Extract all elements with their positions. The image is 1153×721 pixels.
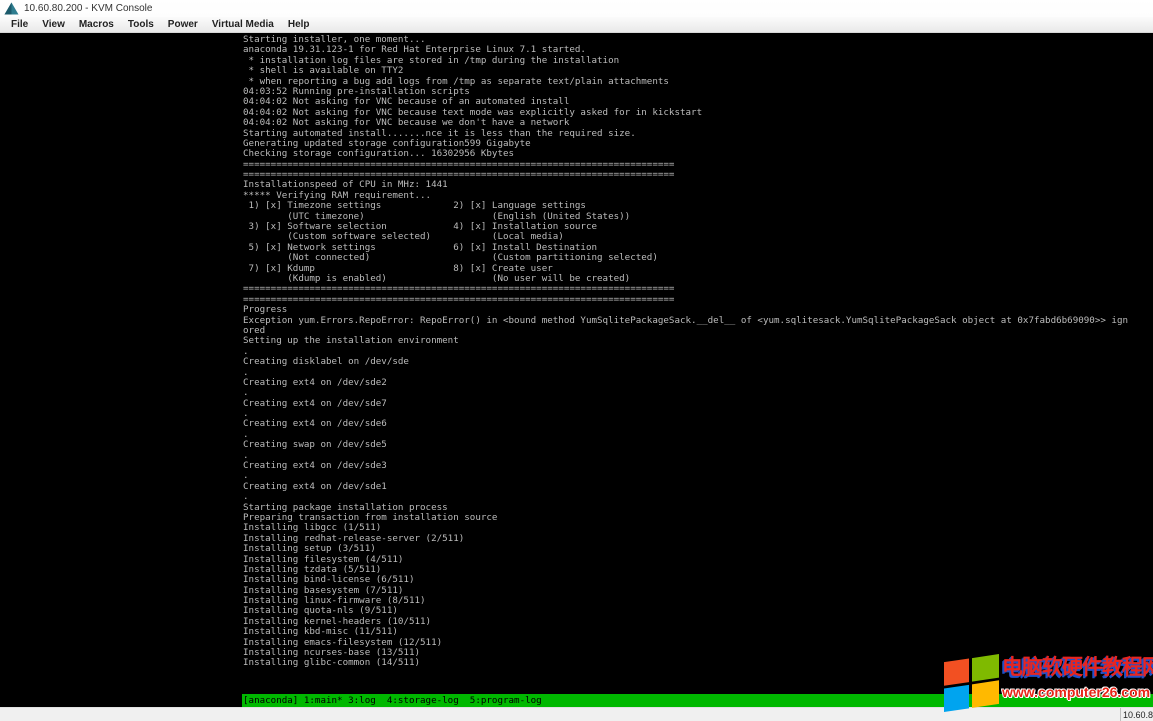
terminal-line: Progress: [243, 305, 1128, 315]
menu-item-help[interactable]: Help: [281, 17, 317, 32]
kvm-console-viewport[interactable]: Starting installer, one moment...anacond…: [0, 33, 1153, 707]
terminal-line: Creating ext4 on /dev/sde1: [243, 482, 1128, 492]
menu-item-file[interactable]: File: [4, 17, 35, 32]
tmux-status-bar: [anaconda] 1:main* 3:log 4:storage-log 5…: [242, 694, 1153, 707]
terminal-line: Creating ext4 on /dev/sde6: [243, 419, 1128, 429]
screen: { "window": { "title": "10.60.80.200 - K…: [0, 0, 1153, 721]
menu-item-macros[interactable]: Macros: [72, 17, 121, 32]
menu-bar: FileViewMacrosToolsPowerVirtual MediaHel…: [0, 17, 1153, 33]
terminal-line: Creating ext4 on /dev/sde2: [243, 378, 1128, 388]
terminal-output: Starting installer, one moment...anacond…: [243, 35, 1128, 679]
app-status-bar: 10.60.8: [0, 707, 1153, 721]
menu-item-tools[interactable]: Tools: [121, 17, 161, 32]
kvm-app-icon: [4, 2, 19, 15]
terminal-line: Installing glibc-common (14/511): [243, 658, 1128, 668]
terminal-line: Creating swap on /dev/sde5: [243, 440, 1128, 450]
menu-item-virtual-media[interactable]: Virtual Media: [205, 17, 281, 32]
terminal-line: Installing setup (3/511): [243, 544, 1128, 554]
menu-item-view[interactable]: View: [35, 17, 72, 32]
window-title: 10.60.80.200 - KVM Console: [24, 3, 152, 14]
terminal-line: Exception yum.Errors.RepoError: RepoErro…: [243, 316, 1128, 326]
menu-item-power[interactable]: Power: [161, 17, 205, 32]
terminal-line: ========================================…: [243, 295, 1128, 305]
tmux-status-text: [anaconda] 1:main* 3:log 4:storage-log 5…: [242, 695, 542, 706]
terminal-line: * shell is available on TTY2: [243, 66, 1128, 76]
terminal-line: Setting up the installation environment: [243, 336, 1128, 346]
window-titlebar[interactable]: 10.60.80.200 - KVM Console: [0, 0, 1153, 17]
terminal-line: [243, 669, 1128, 679]
terminal-line: Creating disklabel on /dev/sde: [243, 357, 1128, 367]
status-ip-text: 10.60.8: [1120, 708, 1153, 721]
terminal-line: 04:04:02 Not asking for VNC because we d…: [243, 118, 1128, 128]
terminal-line: Creating ext4 on /dev/sde3: [243, 461, 1128, 471]
terminal-line: Creating ext4 on /dev/sde7: [243, 399, 1128, 409]
